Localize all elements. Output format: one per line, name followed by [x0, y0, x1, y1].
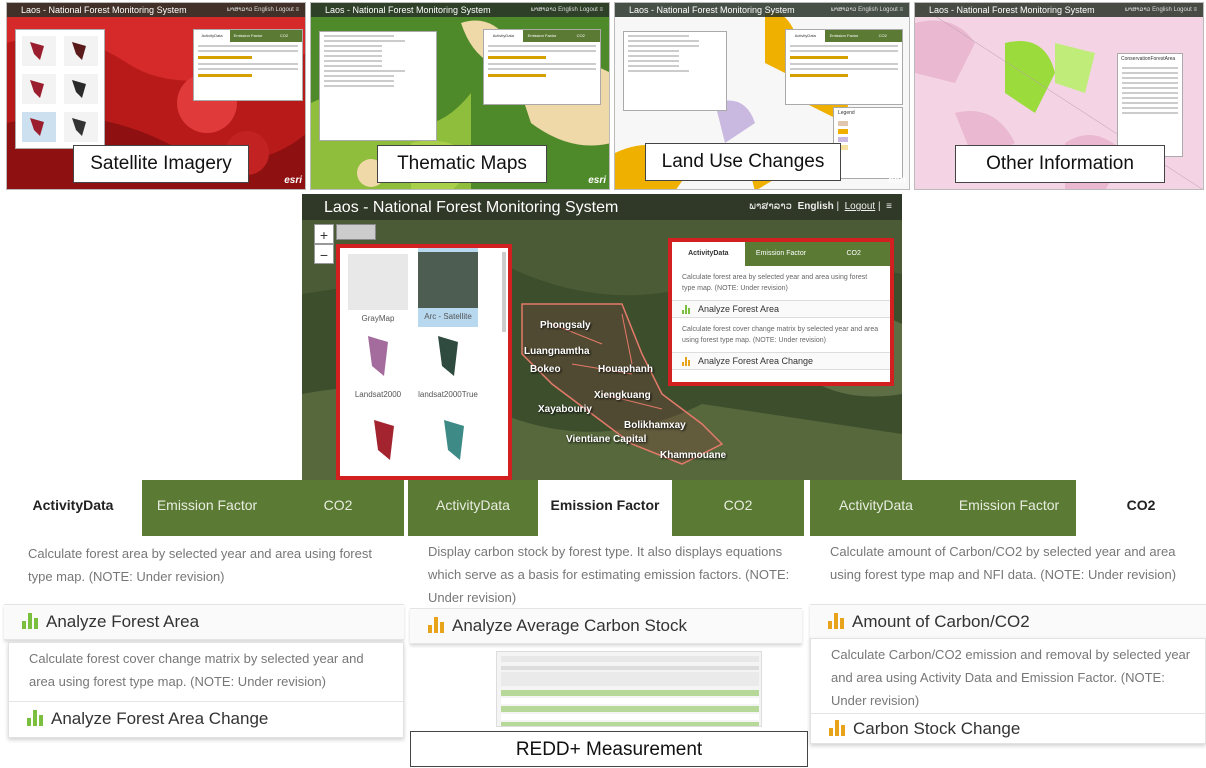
tab-co2[interactable]: CO2 [817, 242, 890, 266]
province-label: Khammouane [660, 450, 727, 461]
province-label: Luangnamtha [524, 346, 590, 357]
carbon-amount-description: Calculate amount of Carbon/CO2 by select… [830, 544, 1177, 582]
mini-layer-panel [623, 31, 727, 111]
menu-icon[interactable]: ≡ [886, 201, 892, 212]
redd-measurement-caption: REDD+ Measurement [410, 731, 808, 767]
basemap-gallery: GrayMap Arc - Satellite Landsat2000 land… [336, 244, 512, 480]
header-links[interactable]: ພາສາລາວ English | Logout | ≡ [749, 201, 892, 212]
layer-toggle-icon[interactable] [336, 224, 376, 240]
thumb-caption: Thematic Maps [377, 145, 547, 183]
mini-analysis-panel: ActivityData Emission Factor CO2 [785, 29, 903, 105]
bar-chart-icon [27, 710, 45, 726]
thumb-caption: Land Use Changes [645, 143, 841, 181]
thumb-other-information: Laos - National Forest Monitoring System… [914, 2, 1204, 190]
english-language-link[interactable]: English [798, 201, 834, 212]
province-label: Bokeo [530, 364, 561, 375]
analyze-forest-area-button[interactable]: Analyze Forest Area [672, 300, 890, 318]
bar-chart-icon [428, 617, 446, 633]
carbon-change-description: Calculate Carbon/CO2 emission and remova… [831, 647, 1191, 708]
bar-chart-icon [829, 720, 847, 736]
forest-change-description: Calculate forest cover change matrix by … [682, 326, 879, 344]
panel-tab-bar: ActivityData Emission Factor CO2 [810, 480, 1206, 536]
activity-data-panel: ActivityData Emission Factor CO2 Calcula… [4, 480, 404, 738]
co2-panel: ActivityData Emission Factor CO2 Calcula… [810, 480, 1206, 748]
basemap-landsat2000[interactable]: Landsat2000 [348, 328, 408, 399]
province-label: Vientiane Capital [566, 434, 647, 445]
mini-analysis-panel: ActivityData Emission Factor CO2 [193, 29, 303, 101]
forest-change-card: Calculate forest cover change matrix by … [8, 642, 404, 738]
forest-area-description: Calculate forest area by selected year a… [28, 546, 372, 584]
mini-layer-panel [319, 31, 437, 141]
tab-emission-factor[interactable]: Emission Factor [142, 480, 272, 536]
app-title: Laos - National Forest Monitoring System [324, 199, 619, 216]
panel-tab-bar: ActivityData Emission Factor CO2 [4, 480, 404, 536]
basemap-landsat2000true[interactable]: landsat2000True [418, 328, 478, 399]
main-map-screenshot: Laos - National Forest Monitoring System… [302, 194, 902, 480]
mini-info-popup: ConservationForestArea [1117, 53, 1183, 157]
tab-activity-data[interactable]: ActivityData [810, 480, 942, 536]
esri-logo: esri [284, 175, 302, 186]
bar-chart-icon [682, 357, 692, 366]
carbon-stock-change-card: Calculate Carbon/CO2 emission and remova… [810, 638, 1206, 744]
main-header-bar: Laos - National Forest Monitoring System… [302, 194, 902, 220]
esri-logo: esri [888, 175, 906, 186]
emission-factor-panel: ActivityData Emission Factor CO2 Display… [408, 480, 804, 644]
redd-table-preview [496, 651, 762, 727]
zoom-out-button[interactable]: − [314, 244, 334, 264]
mini-analysis-panel: ActivityData Emission Factor CO2 [483, 29, 601, 105]
forest-change-description: Calculate forest cover change matrix by … [29, 651, 364, 689]
tab-emission-factor[interactable]: Emission Factor [745, 242, 818, 266]
basemap-graymap[interactable]: GrayMap [348, 254, 408, 323]
tab-co2[interactable]: CO2 [272, 480, 404, 536]
province-label: Xiengkuang [594, 390, 651, 401]
amount-of-carbon-co2-button[interactable]: Amount of Carbon/CO2 [810, 604, 1206, 640]
thumb-titlebar: Laos - National Forest Monitoring System… [915, 3, 1203, 17]
tab-emission-factor[interactable]: Emission Factor [538, 480, 672, 536]
thumb-titlebar: Laos - National Forest Monitoring System… [7, 3, 305, 17]
mini-basemap-panel [15, 29, 105, 149]
esri-logo: esri [588, 175, 606, 186]
bar-chart-icon [22, 613, 40, 629]
tab-co2[interactable]: CO2 [672, 480, 804, 536]
basemap-scrollbar[interactable] [502, 252, 506, 332]
tab-activity-data[interactable]: ActivityData [4, 480, 142, 536]
thumb-titlebar: Laos - National Forest Monitoring System… [615, 3, 909, 17]
thumb-thematic-maps: Laos - National Forest Monitoring System… [310, 2, 610, 190]
thumb-land-use-changes: Laos - National Forest Monitoring System… [614, 2, 910, 190]
tab-activity-data[interactable]: ActivityData [408, 480, 538, 536]
province-label: Houaphanh [598, 364, 653, 375]
thumb-titlebar: Laos - National Forest Monitoring System… [311, 3, 609, 17]
bar-chart-icon [682, 305, 692, 314]
lao-language-link[interactable]: ພາສາລາວ [749, 201, 792, 212]
carbon-stock-description: Display carbon stock by forest type. It … [428, 544, 790, 605]
analyze-forest-area-button[interactable]: Analyze Forest Area [4, 604, 404, 640]
basemap-arc-satellite[interactable]: Arc - Satellite [418, 248, 478, 327]
thumb-caption: Satellite Imagery [73, 145, 249, 183]
forest-area-description: Calculate forest area by selected year a… [682, 274, 868, 292]
province-label: Bolikhamxay [624, 420, 686, 431]
carbon-stock-change-button[interactable]: Carbon Stock Change [811, 713, 1205, 743]
analysis-panel-overview: ActivityData Emission Factor CO2 Calcula… [668, 238, 894, 386]
logout-link[interactable]: Logout [845, 201, 876, 212]
analyze-forest-area-change-button[interactable]: Analyze Forest Area Change [9, 701, 403, 737]
analyze-average-carbon-stock-button[interactable]: Analyze Average Carbon Stock [410, 608, 802, 644]
panel-tab-bar: ActivityData Emission Factor CO2 [408, 480, 804, 536]
thumb-caption: Other Information [955, 145, 1165, 183]
analyze-forest-area-change-button[interactable]: Analyze Forest Area Change [672, 352, 890, 370]
zoom-in-button[interactable]: + [314, 224, 334, 244]
thumb-satellite-imagery: Laos - National Forest Monitoring System… [6, 2, 306, 190]
province-label: Phongsaly [540, 320, 591, 331]
tab-activity-data[interactable]: ActivityData [672, 242, 745, 266]
tab-emission-factor[interactable]: Emission Factor [942, 480, 1076, 536]
province-label: Xayabouriy [538, 404, 592, 415]
basemap-more-thumbs [374, 420, 464, 460]
mini-legend-panel: Legend [833, 107, 903, 179]
bar-chart-icon [828, 613, 846, 629]
tab-co2[interactable]: CO2 [1076, 480, 1206, 536]
